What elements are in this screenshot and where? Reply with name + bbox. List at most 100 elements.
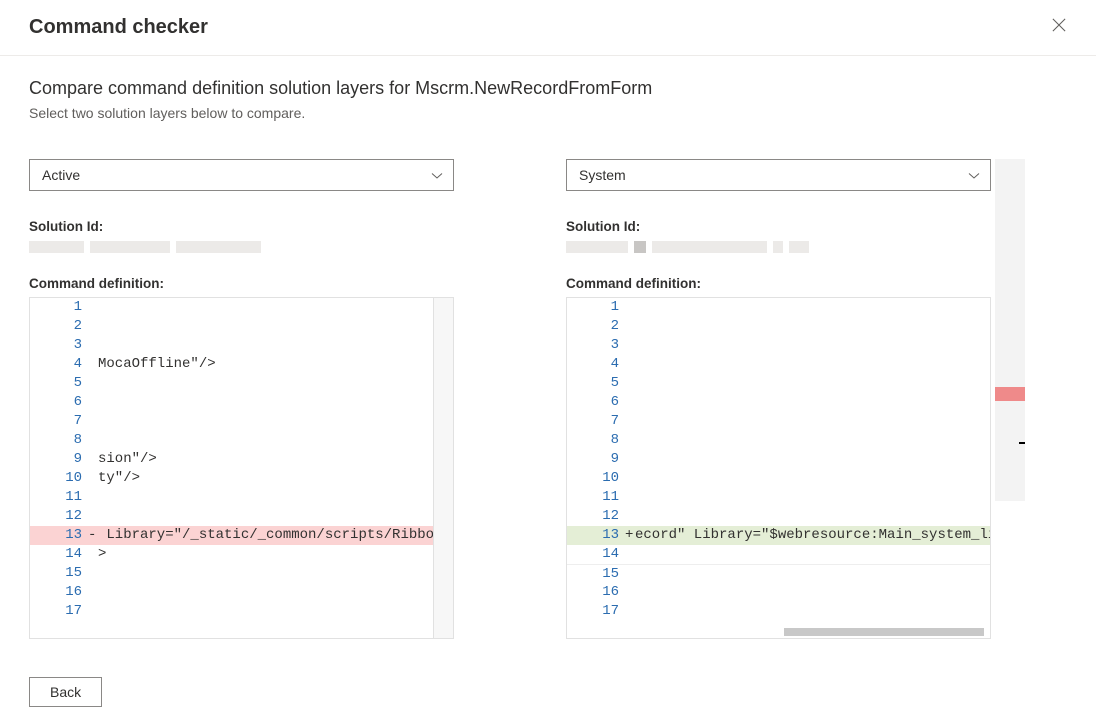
command-definition-label: Command definition: bbox=[29, 276, 454, 291]
code-text: sion"/> bbox=[98, 450, 453, 469]
code-line: 12 bbox=[567, 507, 990, 526]
diff-marker bbox=[625, 431, 635, 450]
diff-marker bbox=[88, 336, 98, 355]
code-line: 6 bbox=[567, 393, 990, 412]
diff-marker bbox=[88, 412, 98, 431]
right-code-editor[interactable]: 12345678910111213+ecord" Library="$webre… bbox=[566, 297, 991, 639]
diff-marker bbox=[625, 317, 635, 336]
code-line: 13- Library="/_static/_common/scripts/Ri… bbox=[30, 526, 453, 545]
code-text bbox=[635, 545, 990, 564]
code-line: 8 bbox=[567, 431, 990, 450]
code-line: 4 MocaOffline"/> bbox=[30, 355, 453, 374]
code-text: ecord" Library="$webresource:Main_system… bbox=[635, 526, 990, 545]
right-pane: System Solution Id: Command definition: … bbox=[566, 159, 991, 639]
code-line: 9 sion"/> bbox=[30, 450, 453, 469]
code-text bbox=[635, 583, 990, 602]
select-value: System bbox=[579, 167, 626, 183]
close-icon[interactable] bbox=[1046, 14, 1072, 41]
code-text bbox=[635, 431, 990, 450]
code-line: 16 bbox=[30, 583, 453, 602]
code-text bbox=[635, 317, 990, 336]
solution-id-value-redacted bbox=[566, 240, 991, 254]
diff-marker bbox=[88, 298, 98, 317]
code-line: 2 bbox=[567, 317, 990, 336]
line-number: 8 bbox=[567, 431, 625, 450]
code-text bbox=[98, 412, 453, 431]
line-number: 11 bbox=[30, 488, 88, 507]
diff-minimap[interactable] bbox=[995, 159, 1025, 501]
diff-marker bbox=[88, 450, 98, 469]
diff-marker bbox=[88, 507, 98, 526]
code-text bbox=[98, 488, 453, 507]
right-layer-select[interactable]: System bbox=[566, 159, 991, 191]
diff-marker: - bbox=[88, 526, 98, 545]
line-number: 10 bbox=[30, 469, 88, 488]
left-code-editor[interactable]: 1234MocaOffline"/>56789sion"/>10ty"/>111… bbox=[29, 297, 454, 639]
line-number: 13 bbox=[567, 526, 625, 545]
line-number: 11 bbox=[567, 488, 625, 507]
code-text bbox=[635, 488, 990, 507]
command-definition-label: Command definition: bbox=[566, 276, 991, 291]
line-number: 14 bbox=[567, 545, 625, 564]
dialog-title: Command checker bbox=[29, 16, 208, 39]
code-line: 3 bbox=[30, 336, 453, 355]
code-text: MocaOffline"/> bbox=[98, 355, 453, 374]
code-text bbox=[635, 412, 990, 431]
code-text bbox=[98, 583, 453, 602]
diff-marker bbox=[88, 469, 98, 488]
chevron-down-icon bbox=[431, 169, 443, 181]
code-line: 1 bbox=[567, 298, 990, 317]
left-layer-select[interactable]: Active bbox=[29, 159, 454, 191]
solution-id-value-redacted bbox=[29, 240, 454, 254]
line-number: 17 bbox=[30, 602, 88, 621]
diff-marker bbox=[625, 469, 635, 488]
diff-marker bbox=[88, 602, 98, 621]
line-number: 5 bbox=[567, 374, 625, 393]
code-text bbox=[635, 336, 990, 355]
diff-marker bbox=[88, 488, 98, 507]
code-line: 2 bbox=[30, 317, 453, 336]
diff-marker bbox=[625, 450, 635, 469]
back-button[interactable]: Back bbox=[29, 677, 102, 707]
line-number: 2 bbox=[30, 317, 88, 336]
code-line: 12 bbox=[30, 507, 453, 526]
line-number: 12 bbox=[567, 507, 625, 526]
code-text bbox=[98, 393, 453, 412]
line-number: 9 bbox=[30, 450, 88, 469]
code-text bbox=[98, 374, 453, 393]
code-line: 5 bbox=[567, 374, 990, 393]
diff-marker bbox=[625, 507, 635, 526]
diff-marker: + bbox=[625, 526, 635, 545]
line-number: 17 bbox=[567, 602, 625, 621]
code-text bbox=[98, 564, 453, 583]
line-number: 6 bbox=[30, 393, 88, 412]
code-text bbox=[635, 507, 990, 526]
code-line: 3 bbox=[567, 336, 990, 355]
compare-panes: Active Solution Id: Command definition: … bbox=[29, 159, 1067, 639]
diff-marker bbox=[625, 336, 635, 355]
code-text bbox=[635, 355, 990, 374]
line-number: 4 bbox=[567, 355, 625, 374]
line-number: 7 bbox=[567, 412, 625, 431]
solution-id-label: Solution Id: bbox=[566, 219, 991, 234]
diff-marker bbox=[625, 565, 635, 583]
code-line: 15 bbox=[567, 564, 990, 583]
code-line: 14 bbox=[567, 545, 990, 564]
line-number: 16 bbox=[567, 583, 625, 602]
line-number: 8 bbox=[30, 431, 88, 450]
line-number: 12 bbox=[30, 507, 88, 526]
dialog-footer: Back bbox=[0, 661, 1096, 723]
code-text: ty"/> bbox=[98, 469, 453, 488]
select-value: Active bbox=[42, 167, 80, 183]
code-text bbox=[98, 336, 453, 355]
horizontal-scrollbar[interactable] bbox=[784, 628, 984, 636]
line-number: 4 bbox=[30, 355, 88, 374]
code-line: 13+ecord" Library="$webresource:Main_sys… bbox=[567, 526, 990, 545]
code-line: 7 bbox=[30, 412, 453, 431]
line-number: 1 bbox=[567, 298, 625, 317]
diff-marker bbox=[88, 583, 98, 602]
dialog-header: Command checker bbox=[0, 0, 1096, 56]
line-number: 7 bbox=[30, 412, 88, 431]
line-number: 16 bbox=[30, 583, 88, 602]
diff-marker bbox=[625, 583, 635, 602]
